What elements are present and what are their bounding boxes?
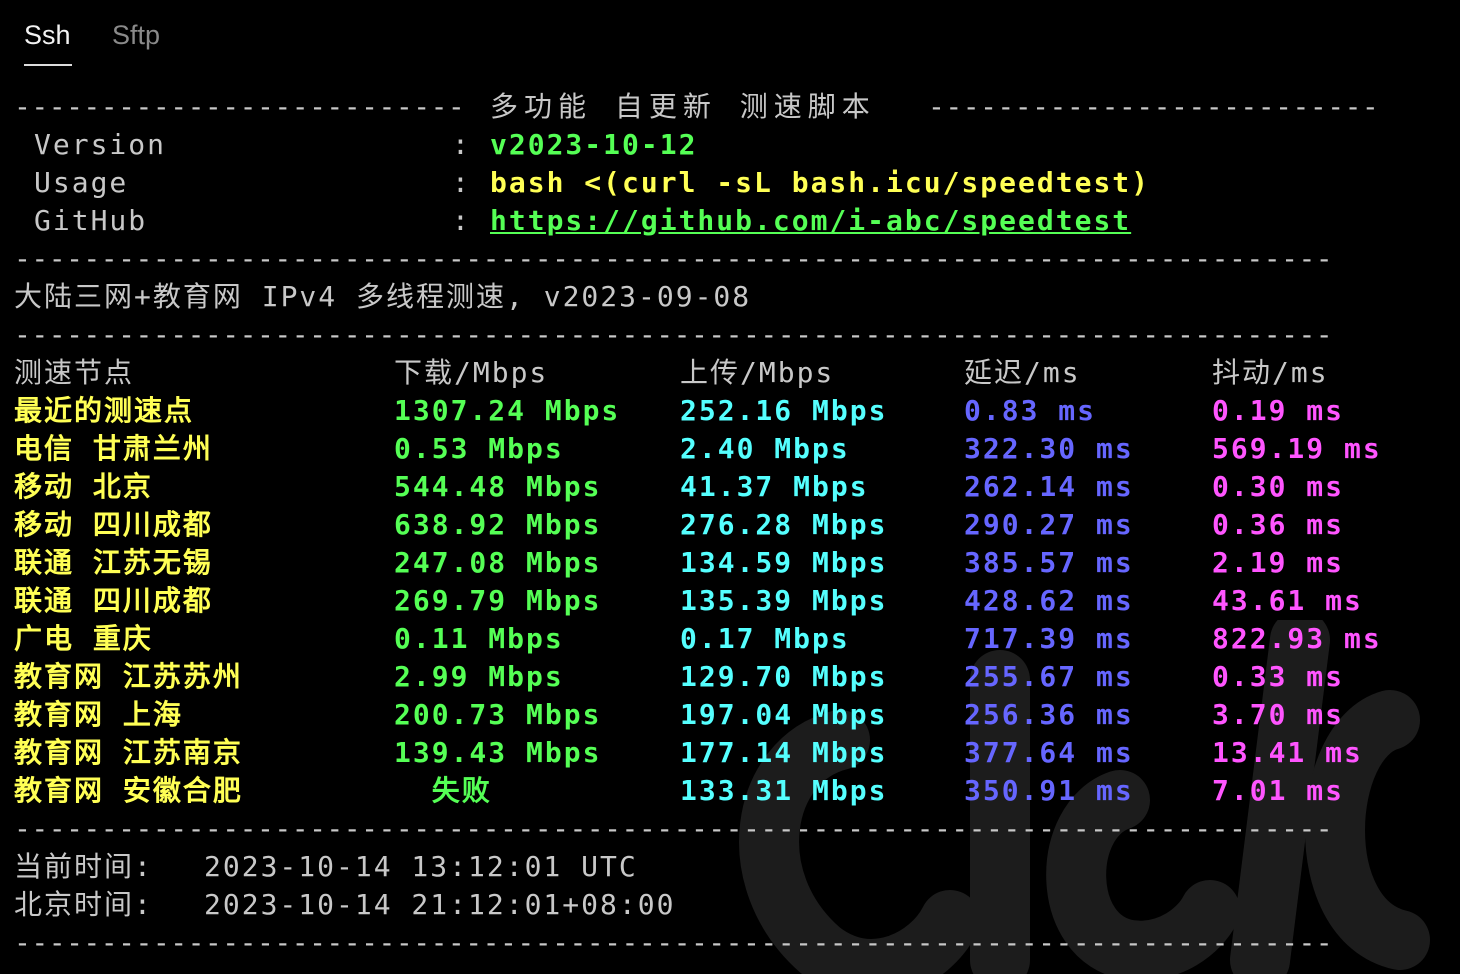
row-download: 247.08 Mbps <box>394 546 602 579</box>
beijing-time-value: 2023-10-14 21:12:01+08:00 <box>204 888 676 921</box>
column-download: 下载/Mbps <box>394 356 549 389</box>
row-upload: 252.16 Mbps <box>680 394 888 427</box>
row-jitter: 3.70 ms <box>1212 698 1345 731</box>
column-latency: 延迟/ms <box>964 356 1081 389</box>
table-header: 测速节点 下载/Mbps 上传/Mbps 延迟/ms 抖动/ms <box>0 354 1460 392</box>
column-jitter: 抖动/ms <box>1212 356 1329 389</box>
header-title: 多功能 自更新 测速脚本 <box>490 90 876 123</box>
row-latency: 290.27 ms <box>964 508 1134 541</box>
terminal-output[interactable]: ----------------------------------------… <box>0 0 1460 974</box>
table-row: 教育网 江苏苏州 2.99 Mbps 129.70 Mbps 255.67 ms… <box>0 658 1460 696</box>
separator: ----------------------------------------… <box>14 242 1334 275</box>
row-node: 联通 江苏无锡 <box>14 546 213 579</box>
test-subtitle: 大陆三网+教育网 IPv4 多线程测速, v2023-09-08 <box>14 280 752 313</box>
separator: ----------------------------------------… <box>14 926 1334 959</box>
row-upload: 129.70 Mbps <box>680 660 888 693</box>
table-row: 联通 四川成都 269.79 Mbps 135.39 Mbps 428.62 m… <box>0 582 1460 620</box>
table-row: 联通 江苏无锡 247.08 Mbps 134.59 Mbps 385.57 m… <box>0 544 1460 582</box>
beijing-time-label: 北京时间: <box>14 888 153 921</box>
info-colon: : <box>452 128 471 161</box>
row-upload: 41.37 Mbps <box>680 470 869 503</box>
github-link[interactable]: https://github.com/i-abc/speedtest <box>490 202 1131 240</box>
row-jitter: 569.19 ms <box>1212 432 1382 465</box>
row-download: 544.48 Mbps <box>394 470 602 503</box>
row-node: 电信 甘肃兰州 <box>14 432 213 465</box>
row-upload: 133.31 Mbps <box>680 774 888 807</box>
row-download: 失败 <box>394 774 492 807</box>
row-download: 1307.24 Mbps <box>394 394 621 427</box>
row-node: 广电 重庆 <box>14 622 153 655</box>
row-latency: 255.67 ms <box>964 660 1134 693</box>
separator: ----------------------------------------… <box>14 812 1334 845</box>
info-key: GitHub <box>34 204 148 237</box>
info-key: Usage <box>34 166 129 199</box>
table-row: 最近的测速点 1307.24 Mbps 252.16 Mbps 0.83 ms … <box>0 392 1460 430</box>
row-jitter: 43.61 ms <box>1212 584 1363 617</box>
info-usage: Usage : bash <(curl -sL bash.icu/speedte… <box>0 164 1460 202</box>
row-jitter: 2.19 ms <box>1212 546 1345 579</box>
info-value: v2023-10-12 <box>490 128 698 161</box>
current-time-line: 当前时间: 2023-10-14 13:12:01 UTC <box>0 848 1460 886</box>
row-upload: 135.39 Mbps <box>680 584 888 617</box>
row-node: 教育网 江苏南京 <box>14 736 243 769</box>
beijing-time-line: 北京时间: 2023-10-14 21:12:01+08:00 <box>0 886 1460 924</box>
current-time-label: 当前时间: <box>14 850 153 883</box>
row-download: 269.79 Mbps <box>394 584 602 617</box>
table-row: 教育网 安徽合肥 失败 133.31 Mbps 350.91 ms 7.01 m… <box>0 772 1460 810</box>
separator: ----------------------------------------… <box>14 318 1334 351</box>
info-value: bash <(curl -sL bash.icu/speedtest) <box>490 166 1151 199</box>
row-jitter: 7.01 ms <box>1212 774 1345 807</box>
info-key: Version <box>34 128 167 161</box>
row-node: 移动 四川成都 <box>14 508 213 541</box>
row-latency: 256.36 ms <box>964 698 1134 731</box>
row-node: 移动 北京 <box>14 470 153 503</box>
table-row: 教育网 上海 200.73 Mbps 197.04 Mbps 256.36 ms… <box>0 696 1460 734</box>
separator: ----------------------------------------… <box>928 90 1382 123</box>
row-node: 教育网 安徽合肥 <box>14 774 243 807</box>
row-download: 200.73 Mbps <box>394 698 602 731</box>
row-upload: 0.17 Mbps <box>680 622 850 655</box>
row-download: 0.53 Mbps <box>394 432 564 465</box>
info-colon: : <box>452 204 471 237</box>
row-latency: 262.14 ms <box>964 470 1134 503</box>
row-jitter: 0.33 ms <box>1212 660 1345 693</box>
row-download: 139.43 Mbps <box>394 736 602 769</box>
current-time-value: 2023-10-14 13:12:01 UTC <box>204 850 638 883</box>
row-download: 638.92 Mbps <box>394 508 602 541</box>
info-version: Version : v2023-10-12 <box>0 126 1460 164</box>
table-row: 广电 重庆 0.11 Mbps 0.17 Mbps 717.39 ms 822.… <box>0 620 1460 658</box>
row-upload: 134.59 Mbps <box>680 546 888 579</box>
row-latency: 0.83 ms <box>964 394 1097 427</box>
row-jitter: 822.93 ms <box>1212 622 1382 655</box>
row-node: 最近的测速点 <box>14 394 195 427</box>
row-jitter: 0.36 ms <box>1212 508 1345 541</box>
row-latency: 428.62 ms <box>964 584 1134 617</box>
row-latency: 322.30 ms <box>964 432 1134 465</box>
row-latency: 717.39 ms <box>964 622 1134 655</box>
row-node: 联通 四川成都 <box>14 584 213 617</box>
row-upload: 177.14 Mbps <box>680 736 888 769</box>
column-node: 测速节点 <box>14 356 135 389</box>
row-jitter: 0.30 ms <box>1212 470 1345 503</box>
info-github: GitHub : https://github.com/i-abc/speedt… <box>0 202 1460 240</box>
table-row: 教育网 江苏南京 139.43 Mbps 177.14 Mbps 377.64 … <box>0 734 1460 772</box>
row-jitter: 13.41 ms <box>1212 736 1363 769</box>
row-node: 教育网 江苏苏州 <box>14 660 243 693</box>
row-download: 0.11 Mbps <box>394 622 564 655</box>
row-upload: 197.04 Mbps <box>680 698 888 731</box>
row-jitter: 0.19 ms <box>1212 394 1345 427</box>
row-upload: 276.28 Mbps <box>680 508 888 541</box>
row-latency: 385.57 ms <box>964 546 1134 579</box>
column-upload: 上传/Mbps <box>680 356 835 389</box>
row-latency: 350.91 ms <box>964 774 1134 807</box>
row-node: 教育网 上海 <box>14 698 183 731</box>
table-row: 电信 甘肃兰州 0.53 Mbps 2.40 Mbps 322.30 ms 56… <box>0 430 1460 468</box>
row-download: 2.99 Mbps <box>394 660 564 693</box>
row-latency: 377.64 ms <box>964 736 1134 769</box>
table-row: 移动 四川成都 638.92 Mbps 276.28 Mbps 290.27 m… <box>0 506 1460 544</box>
info-colon: : <box>452 166 471 199</box>
row-upload: 2.40 Mbps <box>680 432 850 465</box>
table-row: 移动 北京 544.48 Mbps 41.37 Mbps 262.14 ms 0… <box>0 468 1460 506</box>
